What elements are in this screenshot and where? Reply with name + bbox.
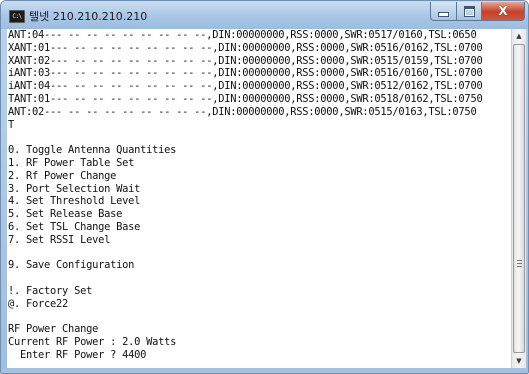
maximize-button[interactable] [456, 2, 482, 21]
title-bar[interactable]: C:\ 텔넷 210.210.210.210 X [1, 1, 528, 29]
console-line: XANT:01--- -- -- -- -- -- -- -- --,DIN:0… [8, 41, 483, 54]
console-line: @. Force22 [8, 297, 69, 310]
console-line: ANT:02--- -- -- -- -- -- -- -- --,DIN:00… [8, 105, 477, 118]
console-line: 3. Port Selection Wait [8, 182, 141, 195]
console-line: 0. Toggle Antenna Quantities [8, 144, 177, 157]
console-line: 5. Set Release Base [8, 208, 123, 221]
console-line: ANT:04--- -- -- -- -- -- -- -- --,DIN:00… [8, 29, 477, 41]
close-icon: X [498, 4, 508, 18]
console-line: RF Power Change [8, 323, 99, 336]
maximize-icon [463, 5, 475, 17]
scroll-up-arrow-icon[interactable]: ▲ [512, 29, 526, 43]
vertical-scrollbar[interactable]: ▲ ▼ [511, 29, 526, 368]
scroll-down-arrow-icon[interactable]: ▼ [512, 354, 526, 368]
console-line: XANT:02--- -- -- -- -- -- -- -- --,DIN:0… [8, 54, 483, 67]
console-line: 2. Rf Power Change [8, 169, 117, 182]
window-title: 텔넷 210.210.210.210 [29, 10, 148, 23]
console-line: iANT:03--- -- -- -- -- -- -- -- --,DIN:0… [8, 67, 483, 80]
minimize-icon [438, 12, 449, 17]
console-app-icon[interactable]: C:\ [9, 10, 25, 23]
console-line: 1. RF Power Table Set [8, 156, 135, 169]
console-text: ANT:04--- -- -- -- -- -- -- -- --,DIN:00… [7, 29, 511, 362]
window-bottom-border [1, 368, 528, 373]
console-line: TANT:01--- -- -- -- -- -- -- -- --,DIN:0… [8, 92, 483, 105]
scrollbar-thumb[interactable] [513, 44, 525, 353]
close-button[interactable]: X [481, 2, 525, 21]
console-line: 4. Set Threshold Level [8, 195, 141, 208]
console-line: 9. Save Configuration [8, 259, 135, 272]
console-line: 6. Set TSL Change Base [8, 220, 141, 233]
console-line: T [8, 118, 15, 131]
console-line: 7. Set RSSI Level [8, 233, 111, 246]
console-line: Enter RF Power ? 4400 [8, 348, 147, 361]
telnet-window: C:\ 텔넷 210.210.210.210 X ANT:04--- -- --… [0, 0, 529, 374]
minimize-button[interactable] [430, 2, 457, 21]
scrollbar-grip-icon [517, 260, 522, 268]
console-output[interactable]: ANT:04--- -- -- -- -- -- -- -- --,DIN:00… [7, 29, 511, 368]
console-line: Current RF Power : 2.0 Watts [8, 336, 177, 349]
console-line: !. Factory Set [8, 284, 93, 297]
console-line: iANT:04--- -- -- -- -- -- -- -- --,DIN:0… [8, 80, 483, 93]
